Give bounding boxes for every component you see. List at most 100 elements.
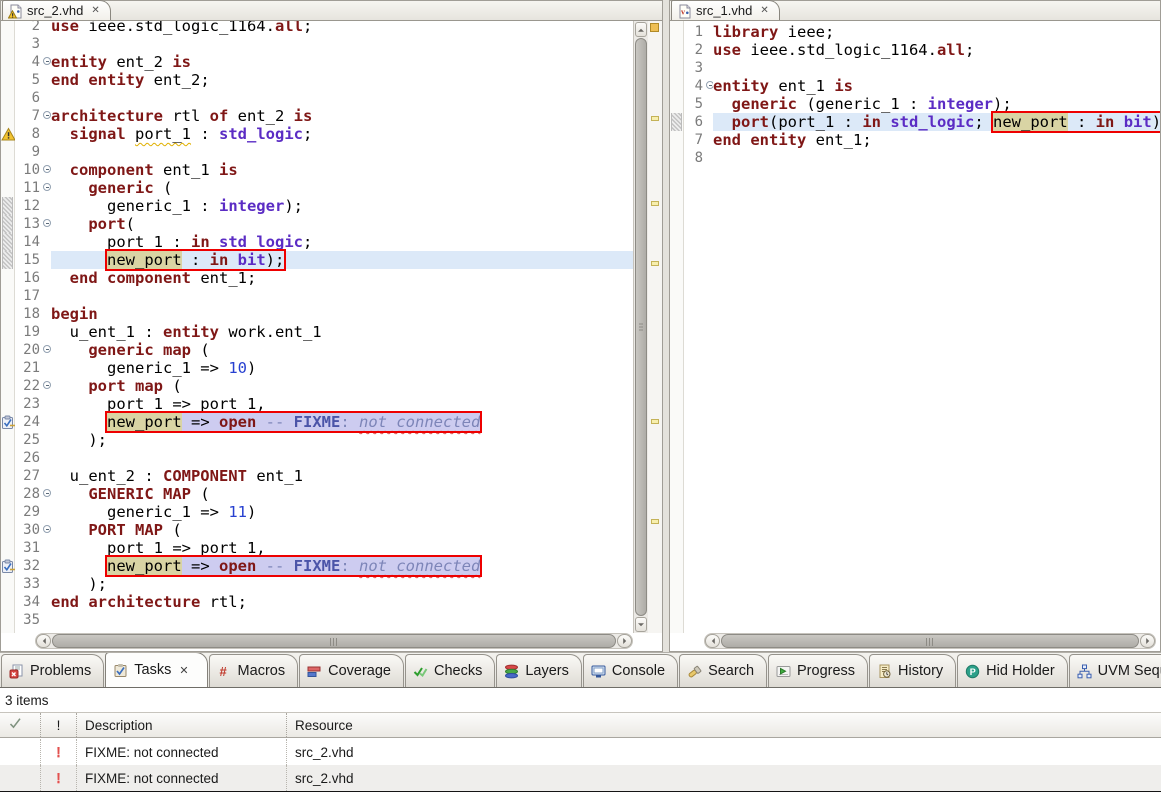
- scroll-left-button[interactable]: [36, 634, 51, 648]
- code-line[interactable]: );: [51, 431, 633, 449]
- horizontal-scroll-thumb[interactable]: [52, 634, 616, 648]
- view-tab-progress[interactable]: Progress: [768, 654, 868, 687]
- task-row[interactable]: !FIXME: not connectedsrc_2.vhd: [0, 739, 1161, 765]
- code-line[interactable]: GENERIC MAP (: [51, 485, 633, 503]
- code-line[interactable]: [51, 611, 633, 629]
- overview-occurrence-marker[interactable]: [651, 116, 659, 121]
- code-line[interactable]: architecture rtl of ent_2 is: [51, 107, 633, 125]
- scroll-up-button[interactable]: [635, 22, 647, 37]
- fold-collapse-icon[interactable]: [43, 381, 51, 389]
- gutter-row: 10: [15, 161, 41, 179]
- view-tab-console[interactable]: Console: [583, 654, 678, 687]
- vertical-scroll-thumb[interactable]: [635, 38, 647, 616]
- view-tab-uvm-sequenc[interactable]: UVM Sequenc: [1069, 654, 1161, 687]
- code-line[interactable]: [51, 449, 633, 467]
- column-header-check[interactable]: [0, 713, 40, 737]
- code-line[interactable]: use ieee.std_logic_1164.all;: [713, 41, 1160, 59]
- code-line[interactable]: );: [51, 575, 633, 593]
- horizontal-scrollbar-left[interactable]: [35, 633, 633, 649]
- code-line[interactable]: [51, 287, 633, 305]
- code-line[interactable]: generic_1 => 10): [51, 359, 633, 377]
- overview-status-square[interactable]: [650, 23, 659, 32]
- fold-collapse-icon[interactable]: [43, 111, 51, 119]
- code-line[interactable]: component ent_1 is: [51, 161, 633, 179]
- scroll-right-button[interactable]: [1140, 634, 1155, 648]
- overview-occurrence-marker[interactable]: [651, 261, 659, 266]
- code-line[interactable]: [713, 59, 1160, 77]
- code-line[interactable]: entity ent_1 is: [713, 77, 1160, 95]
- code-line[interactable]: generic (generic_1 : integer);: [713, 95, 1160, 113]
- scroll-left-button[interactable]: [705, 634, 720, 648]
- scroll-down-button[interactable]: [635, 617, 647, 632]
- code-line[interactable]: [51, 35, 633, 53]
- fold-collapse-icon[interactable]: [43, 165, 51, 173]
- marker-task-icon[interactable]: [1, 415, 15, 429]
- code-line[interactable]: new_port => open -- FIXME: not connected: [51, 413, 633, 431]
- code-line[interactable]: generic_1 : integer);: [51, 197, 633, 215]
- view-tab-problems[interactable]: Problems: [1, 654, 104, 687]
- code-line[interactable]: port_1 : in std_logic;: [51, 233, 633, 251]
- scroll-right-button[interactable]: [617, 634, 632, 648]
- completed-cell[interactable]: [0, 739, 40, 765]
- column-header-![interactable]: !: [40, 713, 76, 737]
- close-icon[interactable]: ✕: [760, 5, 768, 16]
- view-tab-coverage[interactable]: Coverage: [299, 654, 404, 687]
- view-tab-search[interactable]: Search: [679, 654, 767, 687]
- editor-tab-src1[interactable]: v src_1.vhd ✕: [671, 0, 780, 20]
- code-line[interactable]: library ieee;: [713, 23, 1160, 41]
- column-header-Resource[interactable]: Resource: [286, 713, 1161, 737]
- code-line[interactable]: end architecture rtl;: [51, 593, 633, 611]
- code-line[interactable]: end component ent_1;: [51, 269, 633, 287]
- code-line[interactable]: generic (: [51, 179, 633, 197]
- code-line[interactable]: port_1 => port_1,: [51, 539, 633, 557]
- code-line[interactable]: port_1 => port_1,: [51, 395, 633, 413]
- code-line[interactable]: port map (: [51, 377, 633, 395]
- fold-collapse-icon[interactable]: [43, 525, 51, 533]
- view-tab-history[interactable]: History: [869, 654, 956, 687]
- code-line[interactable]: [51, 143, 633, 161]
- completed-cell[interactable]: [0, 765, 40, 791]
- column-header-Description[interactable]: Description: [76, 713, 286, 737]
- horizontal-scrollbar-right[interactable]: [704, 633, 1156, 649]
- overview-occurrence-marker[interactable]: [651, 419, 659, 424]
- fold-collapse-icon[interactable]: [43, 183, 51, 191]
- code-line[interactable]: signal port_1 : std_logic;: [51, 125, 633, 143]
- editor-tab-src2[interactable]: src_2.vhd ✕: [2, 0, 111, 20]
- fold-collapse-icon[interactable]: [43, 57, 51, 65]
- code-line[interactable]: use ieee.std_logic_1164.all;: [51, 21, 633, 35]
- code-line[interactable]: generic map (: [51, 341, 633, 359]
- view-tab-checks[interactable]: Checks: [405, 654, 495, 687]
- code-line[interactable]: end entity ent_1;: [713, 131, 1160, 149]
- fold-collapse-icon[interactable]: [43, 489, 51, 497]
- view-tab-layers[interactable]: Layers: [496, 654, 582, 687]
- code-line[interactable]: PORT MAP (: [51, 521, 633, 539]
- horizontal-scroll-thumb[interactable]: [721, 634, 1139, 648]
- marker-task-icon[interactable]: [1, 559, 15, 573]
- close-icon[interactable]: ✕: [91, 5, 99, 16]
- code-line[interactable]: [51, 89, 633, 107]
- overview-occurrence-marker[interactable]: [651, 201, 659, 206]
- marker-warning-icon[interactable]: [1, 127, 15, 141]
- code-line[interactable]: begin: [51, 305, 633, 323]
- close-icon[interactable]: ✕: [179, 664, 188, 677]
- code-line[interactable]: u_ent_1 : entity work.ent_1: [51, 323, 633, 341]
- code-line[interactable]: generic_1 => 11): [51, 503, 633, 521]
- code-line[interactable]: end entity ent_2;: [51, 71, 633, 89]
- fold-collapse-icon[interactable]: [43, 345, 51, 353]
- vertical-scrollbar[interactable]: [633, 21, 648, 633]
- overview-occurrence-marker[interactable]: [651, 519, 659, 524]
- code-area-src2[interactable]: use ieee.std_logic_1164.all;entity ent_2…: [51, 21, 633, 633]
- code-line[interactable]: new_port => open -- FIXME: not connected: [51, 557, 633, 575]
- code-line[interactable]: [713, 149, 1160, 167]
- code-line[interactable]: entity ent_2 is: [51, 53, 633, 71]
- view-tab-macros[interactable]: #Macros: [209, 654, 299, 687]
- code-line[interactable]: new_port : in bit);: [51, 251, 633, 269]
- view-tab-hid-holder[interactable]: PHid Holder: [957, 654, 1068, 687]
- code-line[interactable]: port(port_1 : in std_logic; new_port : i…: [713, 113, 1160, 131]
- code-line[interactable]: u_ent_2 : COMPONENT ent_1: [51, 467, 633, 485]
- code-area-src1[interactable]: library ieee;use ieee.std_logic_1164.all…: [713, 21, 1160, 633]
- fold-collapse-icon[interactable]: [43, 219, 51, 227]
- code-line[interactable]: port(: [51, 215, 633, 233]
- view-tab-tasks[interactable]: Tasks✕: [105, 652, 207, 687]
- task-row[interactable]: !FIXME: not connectedsrc_2.vhd: [0, 765, 1161, 791]
